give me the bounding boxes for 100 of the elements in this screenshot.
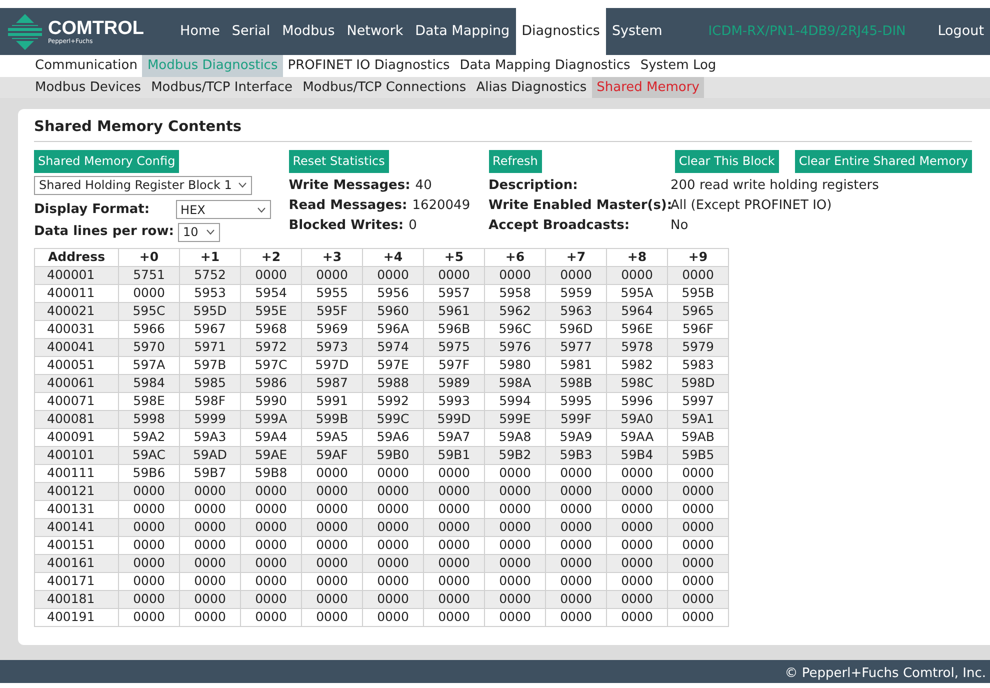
table-cell: 595C — [118, 302, 180, 320]
subnav-tab[interactable]: Modbus/TCP Interface — [146, 77, 298, 98]
table-cell: 0000 — [362, 536, 424, 554]
stat-value: 40 — [415, 176, 432, 195]
subnav-tab[interactable]: Data Mapping Diagnostics — [454, 55, 636, 77]
table-cell: 5974 — [362, 338, 424, 356]
subnav-tab[interactable]: Communication — [30, 55, 142, 77]
table-cell: 5989 — [424, 374, 484, 392]
subnav-tab[interactable]: PROFINET IO Diagnostics — [282, 55, 455, 77]
table-cell: 596E — [606, 320, 668, 338]
table-cell: 59B5 — [668, 446, 728, 464]
table-cell: 0000 — [302, 572, 362, 590]
info-label: Description: — [488, 178, 578, 193]
table-cell: 596A — [362, 320, 424, 338]
table-cell: 599B — [302, 410, 362, 428]
table-cell: 598E — [118, 392, 180, 410]
table-cell: 5751 — [118, 266, 180, 284]
table-cell: 59A1 — [668, 410, 728, 428]
table-cell: 5984 — [118, 374, 180, 392]
table-cell: 0000 — [302, 266, 362, 284]
table-cell: 0000 — [240, 536, 302, 554]
logout-link[interactable]: Logout — [938, 8, 990, 55]
table-cell: 400191 — [34, 608, 118, 626]
chevron-icon — [206, 229, 215, 235]
table-cell: 59A8 — [484, 428, 546, 446]
table-cell: 595D — [180, 302, 240, 320]
device-name: ICDM-RX/PN1-4DB9/2RJ45-DIN — [708, 22, 906, 41]
column-header: +9 — [668, 248, 728, 266]
table-cell: 5983 — [668, 356, 728, 374]
table-cell: 0000 — [606, 554, 668, 572]
table-cell: 0000 — [180, 608, 240, 626]
table-cell: 595B — [668, 284, 728, 302]
table-cell: 400031 — [34, 320, 118, 338]
table-cell: 599D — [424, 410, 484, 428]
chevron-icon — [256, 206, 266, 212]
table-cell: 0000 — [240, 500, 302, 518]
table-cell: 0000 — [362, 482, 424, 500]
table-cell: 400161 — [34, 554, 118, 572]
nav-tab[interactable]: Network — [340, 8, 410, 55]
table-cell: 5964 — [606, 302, 668, 320]
table-cell: 59B6 — [118, 464, 180, 482]
table-cell: 0000 — [362, 518, 424, 536]
nav-tab[interactable]: Diagnostics — [516, 8, 606, 55]
chevron-icon — [238, 182, 247, 188]
nav-tab[interactable]: Home — [174, 8, 226, 55]
subnav-tab[interactable]: Modbus Devices — [30, 77, 146, 98]
column-header: +3 — [302, 248, 362, 266]
table-cell: 0000 — [484, 482, 546, 500]
table-cell: 5976 — [484, 338, 546, 356]
table-cell: 400001 — [34, 266, 118, 284]
subnav-tab[interactable]: System Log — [635, 55, 722, 77]
stat-label: Read Messages: — [288, 196, 408, 215]
table-cell: 0000 — [606, 482, 668, 500]
table-cell: 0000 — [362, 608, 424, 626]
table-cell: 0000 — [668, 608, 728, 626]
table-cell: 5961 — [424, 302, 484, 320]
table-cell: 0000 — [606, 608, 668, 626]
table-cell: 0000 — [424, 572, 484, 590]
table-cell: 5982 — [606, 356, 668, 374]
info-value: 200 read write holding registers — [670, 176, 879, 195]
table-cell: 596F — [668, 320, 728, 338]
table-cell: 0000 — [118, 500, 180, 518]
lines-select[interactable]: 10 — [178, 222, 220, 242]
table-cell: 59A7 — [424, 428, 484, 446]
table-cell: 595A — [606, 284, 668, 302]
nav-tab[interactable]: Data Mapping — [409, 8, 516, 55]
block-select[interactable]: Shared Holding Register Block 1 — [34, 176, 252, 195]
table-cell: 0000 — [606, 590, 668, 608]
table-cell: 400091 — [34, 428, 118, 446]
column-header: +0 — [118, 248, 180, 266]
format-select[interactable]: HEX — [176, 200, 271, 219]
column-header: Address — [34, 248, 118, 266]
table-cell: 59A3 — [180, 428, 240, 446]
nav-tab[interactable]: Modbus — [276, 8, 341, 55]
column-header: +4 — [362, 248, 424, 266]
table-cell: 5968 — [240, 320, 302, 338]
info-value: All (Except PROFINET IO) — [670, 196, 832, 215]
table-cell: 59A9 — [546, 428, 606, 446]
info-label: Accept Broadcasts: — [488, 218, 630, 233]
table-cell: 0000 — [362, 464, 424, 482]
table-cell: 5752 — [180, 266, 240, 284]
nav-tab[interactable]: Serial — [226, 8, 276, 55]
table-cell: 0000 — [668, 536, 728, 554]
table-cell: 0000 — [240, 554, 302, 572]
subnav-tab[interactable]: Modbus/TCP Connections — [298, 77, 472, 98]
table-cell: 0000 — [362, 554, 424, 572]
table-cell: 0000 — [424, 536, 484, 554]
table-cell: 0000 — [240, 266, 302, 284]
table-cell: 0000 — [362, 266, 424, 284]
table-cell: 400131 — [34, 500, 118, 518]
table-cell: 59AF — [302, 446, 362, 464]
table-cell: 5962 — [484, 302, 546, 320]
subnav-tab[interactable]: Alias Diagnostics — [471, 77, 592, 98]
nav-tab[interactable]: System — [606, 8, 668, 55]
table-cell: 5953 — [180, 284, 240, 302]
table-cell: 5975 — [424, 338, 484, 356]
table-cell: 597B — [180, 356, 240, 374]
table-cell: 0000 — [180, 554, 240, 572]
table-cell: 597A — [118, 356, 180, 374]
table-cell: 0000 — [118, 536, 180, 554]
